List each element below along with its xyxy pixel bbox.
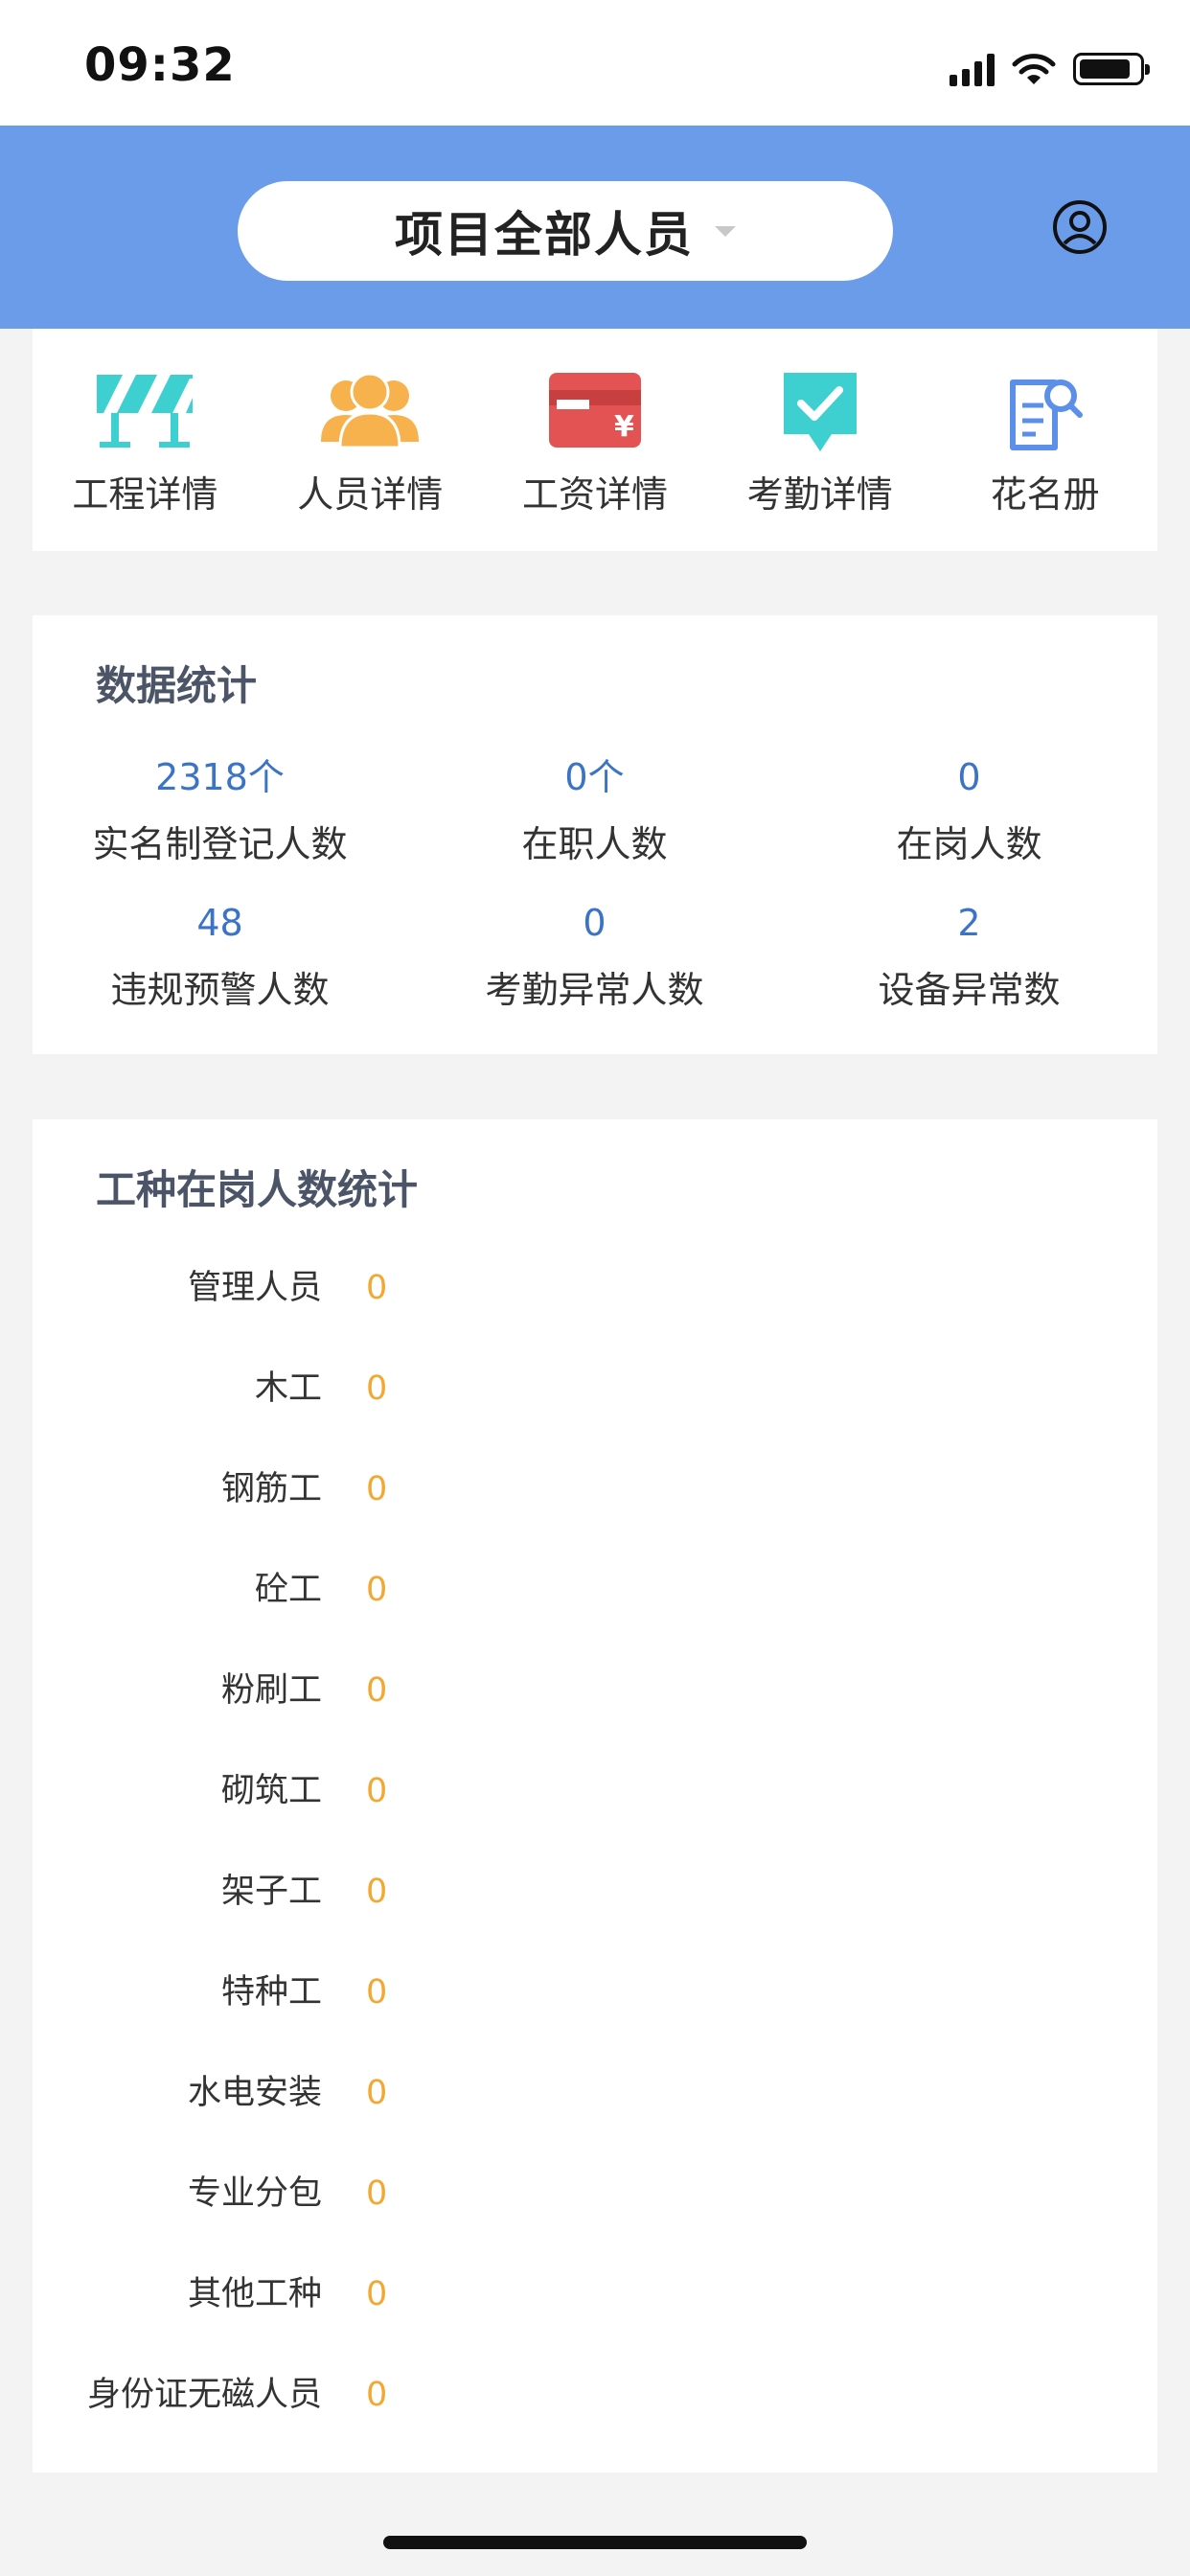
work-type-row: 砌筑工 0 bbox=[33, 1762, 1157, 1820]
work-type-row: 特种工 0 bbox=[33, 1964, 1157, 2021]
stat-value: 0 bbox=[957, 756, 981, 798]
work-type-row: 管理人员 0 bbox=[33, 1259, 1157, 1317]
work-type-count: 0 bbox=[366, 1973, 388, 2012]
quick-item-attendance-detail[interactable]: 考勤详情 bbox=[707, 329, 932, 551]
stat-attendance-abnormal-count[interactable]: 0 考勤异常人数 bbox=[407, 897, 782, 1013]
work-type-count: 0 bbox=[366, 1571, 388, 1609]
work-type-label: 钢筋工 bbox=[220, 1470, 322, 1508]
stat-employed-count[interactable]: 0个 在职人数 bbox=[407, 751, 782, 867]
user-circle-icon[interactable] bbox=[1052, 199, 1108, 255]
work-type-label: 水电安装 bbox=[187, 2074, 322, 2112]
people-icon bbox=[321, 372, 420, 449]
stat-on-site-count[interactable]: 0 在岗人数 bbox=[782, 751, 1156, 867]
header-bar: 项目全部人员 bbox=[0, 126, 1190, 329]
quick-item-project-detail[interactable]: 工程详情 bbox=[33, 329, 258, 551]
stat-value: 0个 bbox=[564, 756, 625, 798]
status-icons bbox=[950, 50, 1150, 88]
stat-label: 考勤异常人数 bbox=[485, 969, 704, 1011]
project-personnel-selector[interactable]: 项目全部人员 bbox=[238, 181, 893, 281]
roster-icon bbox=[1009, 380, 1083, 450]
work-type-count: 0 bbox=[366, 1369, 388, 1408]
work-type-row: 其他工种 0 bbox=[33, 2266, 1157, 2323]
stat-value: 2 bbox=[957, 902, 981, 944]
attendance-check-icon bbox=[783, 373, 857, 451]
work-type-row: 专业分包 0 bbox=[33, 2165, 1157, 2222]
quick-item-label: 工程详情 bbox=[72, 473, 218, 516]
work-type-label: 专业分包 bbox=[187, 2174, 322, 2213]
chevron-down-icon bbox=[715, 225, 736, 237]
stat-label: 在职人数 bbox=[521, 823, 668, 865]
quick-item-personnel-detail[interactable]: 人员详情 bbox=[258, 329, 483, 551]
work-type-count: 0 bbox=[366, 1470, 388, 1508]
work-type-label: 特种工 bbox=[220, 1973, 322, 2012]
work-type-row: 粉刷工 0 bbox=[33, 1662, 1157, 1719]
work-type-count: 0 bbox=[366, 2376, 388, 2414]
work-type-count: 0 bbox=[366, 2275, 388, 2313]
stat-label: 违规预警人数 bbox=[110, 969, 330, 1011]
work-type-label: 管理人员 bbox=[187, 1269, 322, 1307]
selector-label: 项目全部人员 bbox=[395, 207, 694, 263]
work-type-count: 0 bbox=[366, 1873, 388, 1911]
status-bar: 09:32 bbox=[0, 0, 1190, 126]
stat-label: 设备异常数 bbox=[878, 969, 1061, 1011]
stat-registered-count[interactable]: 2318个 实名制登记人数 bbox=[33, 751, 407, 867]
wifi-icon bbox=[1012, 54, 1056, 84]
work-type-row: 水电安装 0 bbox=[33, 2064, 1157, 2122]
quick-item-label: 考勤详情 bbox=[746, 473, 893, 516]
card-title: 数据统计 bbox=[96, 662, 258, 709]
quick-item-label: 工资详情 bbox=[521, 473, 668, 516]
work-type-label: 砼工 bbox=[254, 1571, 322, 1609]
stat-violation-warning-count[interactable]: 48 违规预警人数 bbox=[33, 897, 407, 1013]
stat-label: 实名制登记人数 bbox=[92, 823, 348, 865]
work-type-row: 砼工 0 bbox=[33, 1561, 1157, 1619]
work-type-label: 其他工种 bbox=[187, 2275, 322, 2313]
work-type-count: 0 bbox=[366, 2174, 388, 2213]
stat-label: 在岗人数 bbox=[896, 823, 1042, 865]
work-type-label: 粉刷工 bbox=[220, 1671, 322, 1710]
work-type-count: 0 bbox=[366, 1772, 388, 1810]
work-type-label: 砌筑工 bbox=[220, 1772, 322, 1810]
work-type-count: 0 bbox=[366, 1671, 388, 1710]
work-type-row: 架子工 0 bbox=[33, 1863, 1157, 1920]
stat-value: 0 bbox=[583, 902, 606, 944]
work-type-statistics-card: 工种在岗人数统计 管理人员 0 木工 0 钢筋工 0 砼工 0 粉刷工 0 砌筑… bbox=[33, 1119, 1157, 2472]
stat-device-abnormal-count[interactable]: 2 设备异常数 bbox=[782, 897, 1156, 1013]
svg-text:¥: ¥ bbox=[614, 410, 634, 444]
work-type-label: 架子工 bbox=[220, 1873, 322, 1911]
data-statistics-card: 数据统计 2318个 实名制登记人数 0个 在职人数 0 在岗人数 48 违规预… bbox=[33, 615, 1157, 1054]
work-type-row: 钢筋工 0 bbox=[33, 1460, 1157, 1518]
barrier-icon bbox=[97, 375, 194, 448]
status-time: 09:32 bbox=[84, 38, 236, 92]
quick-menu: 工程详情 人员详情 ¥ 工资详情 考勤详情 花名册 bbox=[33, 329, 1157, 551]
work-type-label: 身份证无磁人员 bbox=[86, 2376, 322, 2414]
work-type-count: 0 bbox=[366, 1269, 388, 1307]
salary-card-icon: ¥ bbox=[548, 373, 641, 448]
home-indicator[interactable] bbox=[383, 2536, 807, 2549]
cellular-signal-icon bbox=[950, 52, 995, 86]
quick-item-salary-detail[interactable]: ¥ 工资详情 bbox=[483, 329, 708, 551]
card-title: 工种在岗人数统计 bbox=[96, 1166, 419, 1213]
stat-value: 2318个 bbox=[155, 756, 285, 798]
quick-item-label: 人员详情 bbox=[297, 473, 444, 516]
stat-value: 48 bbox=[196, 902, 243, 944]
quick-item-label: 花名册 bbox=[990, 473, 1100, 516]
battery-icon bbox=[1073, 53, 1150, 85]
work-type-row: 身份证无磁人员 0 bbox=[33, 2366, 1157, 2424]
work-type-row: 木工 0 bbox=[33, 1360, 1157, 1417]
quick-item-roster[interactable]: 花名册 bbox=[932, 329, 1157, 551]
work-type-count: 0 bbox=[366, 2074, 388, 2112]
work-type-label: 木工 bbox=[254, 1369, 322, 1408]
